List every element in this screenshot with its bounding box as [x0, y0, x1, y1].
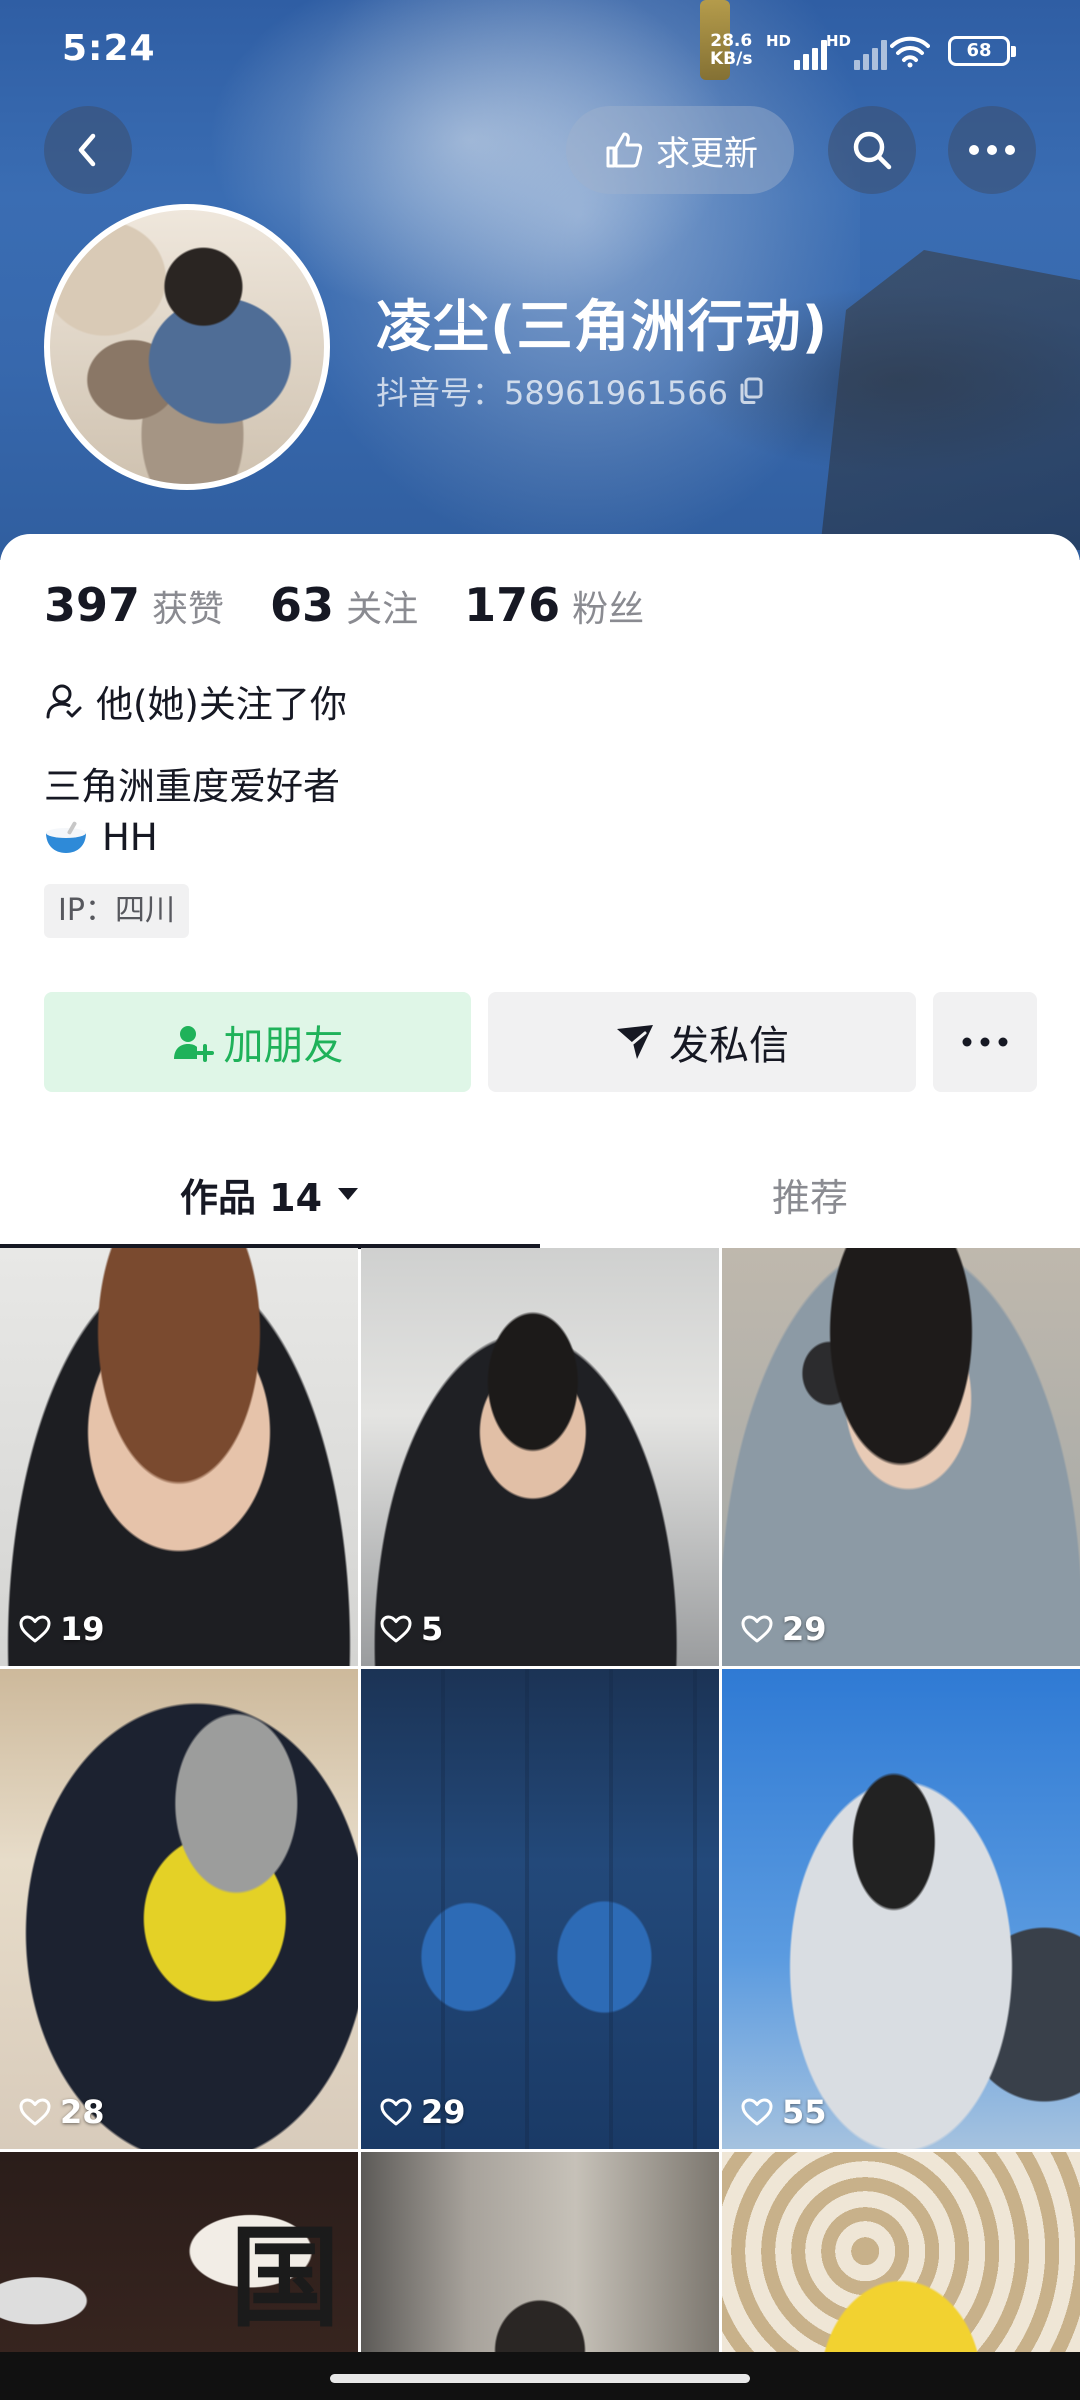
stat-following[interactable]: 63 关注 [270, 578, 418, 632]
like-count-value: 5 [421, 1610, 444, 1648]
send-icon [617, 1025, 653, 1059]
profile-card: 397 获赞 63 关注 176 粉丝 他(她)关注了你 三角洲重度爱好者 HH… [0, 534, 1080, 2400]
stat-likes-value: 397 [44, 578, 141, 632]
video-grid: 19 5 29 28 29 55 国 [0, 1248, 1080, 2400]
copy-icon[interactable] [738, 377, 764, 405]
net-speed-value: 28.6 [710, 31, 753, 51]
video-tile[interactable]: 29 [722, 1248, 1080, 1666]
video-tile[interactable]: 5 [361, 1248, 719, 1666]
request-update-button[interactable]: 求更新 [566, 106, 794, 194]
stat-followers-value: 176 [464, 578, 561, 632]
tab-recommend[interactable]: 推荐 [540, 1140, 1080, 1248]
like-count: 29 [740, 1610, 827, 1648]
signal-1-icon: HD [766, 32, 830, 70]
more-icon [962, 1037, 1008, 1047]
request-update-label: 求更新 [656, 133, 758, 174]
like-count-value: 55 [782, 2093, 827, 2131]
heart-icon [741, 1615, 773, 1643]
hd-label-2: HD [826, 32, 852, 50]
bio-line-1: 三角洲重度爱好者 [44, 765, 340, 808]
douyin-id: 抖音号：58961961566 [376, 374, 728, 412]
video-tile[interactable]: 28 [0, 1669, 358, 2149]
follows-you-text: 他(她)关注了你 [96, 683, 347, 726]
like-count: 55 [740, 2093, 827, 2131]
tab-works[interactable]: 作品 14 [0, 1140, 540, 1248]
stat-likes[interactable]: 397 获赞 [44, 578, 224, 632]
tab-recommend-label: 推荐 [771, 1175, 848, 1220]
search-button[interactable] [828, 106, 916, 194]
bowl-emoji-icon [44, 821, 88, 855]
add-friend-label: 加朋友 [223, 1023, 344, 1069]
status-time: 5:24 [62, 28, 156, 69]
video-tile[interactable]: 19 [0, 1248, 358, 1666]
send-message-button[interactable]: 发私信 [488, 992, 916, 1092]
search-icon [853, 131, 892, 170]
net-speed: 28.6 KB/s [710, 32, 752, 68]
action-buttons: 加朋友 发私信 [44, 992, 1037, 1092]
signal-2-icon: HD [826, 32, 890, 70]
like-count: 5 [379, 1610, 443, 1648]
net-speed-unit: KB/s [710, 49, 753, 69]
stat-following-value: 63 [270, 578, 335, 632]
like-count: 19 [18, 1610, 105, 1648]
stat-likes-label: 获赞 [152, 589, 225, 630]
like-count-value: 28 [60, 2093, 105, 2131]
stat-following-label: 关注 [346, 589, 419, 630]
heart-icon [19, 1615, 51, 1643]
like-count: 29 [379, 2093, 466, 2131]
tab-works-label: 作品 14 [179, 1175, 323, 1220]
dropdown-triangle-icon[interactable] [336, 1186, 360, 1202]
thumb-up-icon [606, 132, 643, 168]
follow-user-icon [46, 684, 82, 719]
more-actions-button[interactable] [933, 992, 1037, 1092]
douyin-id-row[interactable]: 抖音号：58961961566 [376, 368, 764, 414]
video-tile[interactable]: 55 [722, 1669, 1080, 2149]
stat-followers-label: 粉丝 [572, 589, 645, 630]
back-button[interactable] [44, 106, 132, 194]
heart-icon [380, 1615, 412, 1643]
nickname: 凌尘(三角洲行动) [376, 295, 829, 360]
like-count: 28 [18, 2093, 105, 2131]
bio-line-2: HH [44, 816, 158, 859]
content-tabs: 作品 14 推荐 [0, 1140, 1080, 1249]
heart-icon [19, 2098, 51, 2126]
battery-icon: 68 [948, 36, 1016, 66]
video-overlay-text: 国 [230, 2213, 340, 2342]
bio-line-2-text: HH [102, 816, 158, 859]
stat-followers[interactable]: 176 粉丝 [464, 578, 644, 632]
heart-icon [380, 2098, 412, 2126]
add-friend-button[interactable]: 加朋友 [44, 992, 471, 1092]
stats-row: 397 获赞 63 关注 176 粉丝 [44, 578, 690, 632]
status-bar: 5:24 28.6 KB/s HD HD 68 [0, 0, 1080, 104]
video-tile[interactable]: 29 [361, 1669, 719, 2149]
ip-location-tag: IP：四川 [44, 884, 189, 938]
wifi-icon [890, 36, 930, 68]
add-user-icon [173, 1026, 214, 1062]
heart-icon [741, 2098, 773, 2126]
avatar[interactable] [44, 204, 330, 490]
like-count-value: 29 [421, 2093, 466, 2131]
profile-page: 5:24 28.6 KB/s HD HD 68 求更新 凌尘(三角洲行动) 抖音… [0, 0, 1080, 2400]
more-icon [969, 145, 1015, 155]
back-icon [78, 133, 96, 167]
like-count-value: 29 [782, 1610, 827, 1648]
like-count-value: 19 [60, 1610, 105, 1648]
follows-you-indicator: 他(她)关注了你 [44, 674, 347, 728]
send-message-label: 发私信 [669, 1023, 789, 1069]
home-indicator[interactable] [330, 2374, 750, 2383]
hd-label-1: HD [766, 32, 792, 50]
more-button[interactable] [948, 106, 1036, 194]
